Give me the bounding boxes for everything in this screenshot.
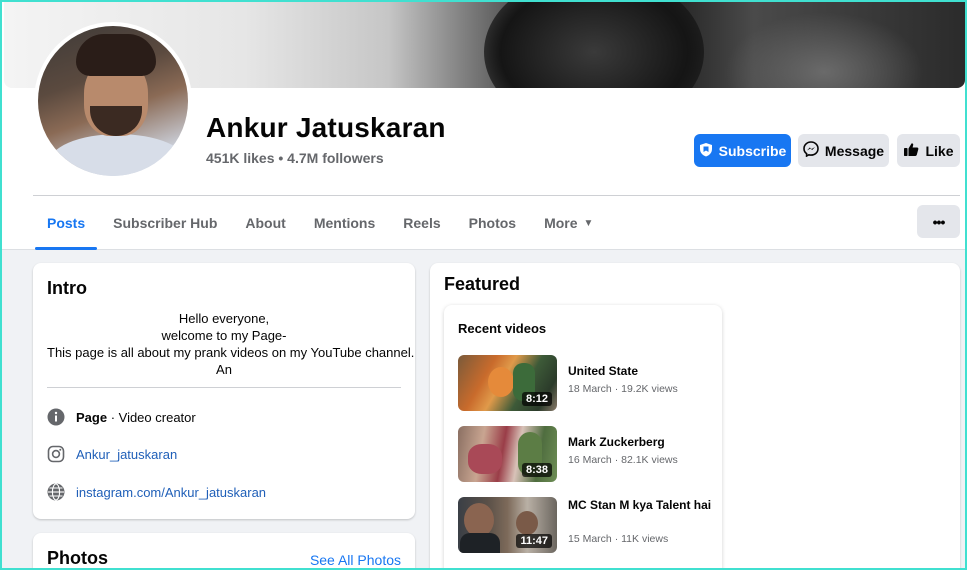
intro-category-row: Page · Video creator (47, 408, 196, 426)
video-item[interactable]: 8:38 Mark Zuckerberg 16 March · 82.1K vi… (458, 426, 718, 482)
page-stats[interactable]: 451K likes • 4.7M followers (206, 150, 384, 166)
video-duration: 8:38 (521, 463, 552, 477)
video-title[interactable]: Mark Zuckerberg (568, 434, 718, 450)
recent-videos-card[interactable]: Recent videos 8:12 United State 18 March… (444, 305, 722, 568)
video-meta: 15 March · 11K views (568, 533, 669, 545)
video-title[interactable]: MC Stan M kya Talent hai (568, 497, 718, 513)
thumb-figure (464, 503, 494, 537)
featured-title: Featured (444, 274, 521, 294)
category-text: · Video creator (107, 409, 196, 425)
video-date: 15 March (568, 533, 612, 545)
tab-about[interactable]: About (231, 196, 299, 250)
video-meta: 16 March · 82.1K views (568, 454, 678, 466)
intro-category: Page · Video creator (76, 410, 196, 425)
subscribe-label: Subscribe (718, 142, 787, 159)
bio-line: This page is all about my prank videos o… (47, 345, 415, 360)
cover-photo-highlight (724, 12, 924, 88)
message-button[interactable]: Message (798, 134, 889, 167)
tab-subscriber-hub[interactable]: Subscriber Hub (99, 196, 231, 250)
thumb-figure (488, 367, 514, 397)
video-thumbnail[interactable]: 8:12 (458, 355, 557, 411)
tab-posts[interactable]: Posts (33, 196, 99, 250)
avatar-hair (76, 34, 156, 76)
more-options-button[interactable]: ••• (917, 205, 960, 238)
like-label: Like (925, 142, 954, 159)
like-button[interactable]: Like (897, 134, 960, 167)
intro-divider (47, 387, 401, 388)
caret-down-icon: ▼ (583, 217, 594, 229)
category-prefix: Page (76, 409, 108, 425)
video-thumbnail[interactable]: 11:47 (458, 497, 557, 553)
bio-line: An (216, 362, 232, 377)
photos-card: Photos See All Photos (33, 533, 415, 568)
instagram-link[interactable]: Ankur_jatuskaran (76, 447, 177, 462)
video-duration: 8:12 (521, 392, 552, 406)
recent-videos-title: Recent videos (458, 321, 547, 336)
tab-more[interactable]: More ▼ (530, 196, 607, 250)
bio-line: Hello everyone, (178, 311, 270, 326)
bio-line: welcome to my Page- (161, 328, 287, 343)
video-date: 18 March (568, 383, 612, 395)
thumb-figure (460, 533, 500, 553)
video-date: 16 March (568, 454, 612, 466)
thumb-figure (468, 444, 502, 474)
shield-icon (699, 142, 713, 160)
video-thumbnail[interactable]: 8:38 (458, 426, 557, 482)
subscribe-button[interactable]: Subscribe (694, 134, 791, 167)
message-label: Message (824, 142, 885, 159)
video-views: 19.2K views (621, 383, 678, 395)
see-all-photos-link[interactable]: See All Photos (310, 552, 401, 568)
video-meta: 18 March · 19.2K views (568, 383, 678, 395)
intro-website-row: instagram.com/Ankur_jatuskaran (47, 483, 266, 501)
profile-picture (38, 26, 188, 176)
page-tabs: Posts Subscriber Hub About Mentions Reel… (33, 196, 607, 250)
info-icon (47, 408, 65, 426)
video-title[interactable]: United State (568, 363, 718, 379)
video-views: 82.1K views (621, 454, 678, 466)
avatar-shirt (48, 134, 188, 176)
globe-icon (47, 483, 65, 501)
video-item[interactable]: 8:12 United State 18 March · 19.2K views (458, 355, 718, 411)
page-title: Ankur Jatuskaran (206, 112, 446, 143)
tab-mentions[interactable]: Mentions (300, 196, 389, 250)
page-header: Ankur Jatuskaran 451K likes • 4.7M follo… (2, 2, 965, 250)
facebook-page-frame: Ankur Jatuskaran 451K likes • 4.7M follo… (2, 2, 965, 568)
profile-avatar[interactable] (34, 22, 192, 180)
instagram-icon (47, 445, 65, 463)
intro-title: Intro (47, 278, 87, 298)
tab-photos[interactable]: Photos (455, 196, 530, 250)
messenger-icon (803, 141, 819, 160)
video-views: 11K views (621, 533, 669, 545)
intro-instagram-row: Ankur_jatuskaran (47, 445, 177, 463)
intro-card: Intro Hello everyone, welcome to my Page… (33, 263, 415, 519)
tab-more-label: More (544, 215, 578, 231)
photos-title: Photos (47, 548, 108, 568)
video-item[interactable]: 11:47 MC Stan M kya Talent hai 15 March … (458, 497, 718, 553)
thumbs-up-icon (903, 142, 919, 160)
video-duration: 11:47 (516, 534, 552, 548)
tab-reels[interactable]: Reels (389, 196, 454, 250)
cover-photo-shadow (484, 2, 704, 88)
thumb-figure (516, 511, 538, 535)
intro-bio: Hello everyone, welcome to my Page- This… (47, 310, 415, 378)
featured-card: Featured Recent videos 8:12 United State… (430, 263, 960, 568)
website-link[interactable]: instagram.com/Ankur_jatuskaran (76, 485, 266, 500)
